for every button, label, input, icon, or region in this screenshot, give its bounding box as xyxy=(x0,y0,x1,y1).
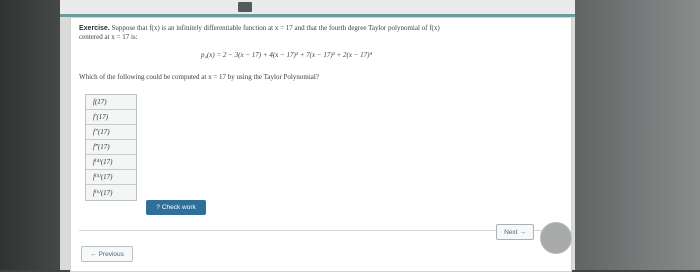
answer-options-list: f(17) f′(17) f″(17) f‴(17) f⁽⁴⁾(17) f⁽⁵⁾… xyxy=(85,94,137,201)
exercise-panel: Exercise. Suppose that f(x) is an infini… xyxy=(70,17,572,272)
option-f-double-prime[interactable]: f″(17) xyxy=(86,125,136,140)
previous-button[interactable]: ← Previous xyxy=(81,246,133,262)
exercise-text-line1: Suppose that f(x) is an infinitely diffe… xyxy=(111,24,440,32)
desk-background-left xyxy=(0,0,62,270)
option-f-prime[interactable]: f′(17) xyxy=(86,110,136,125)
divider xyxy=(79,230,563,231)
circle-icon xyxy=(540,222,572,254)
monitor-screen: Exercise. Suppose that f(x) is an infini… xyxy=(60,0,575,272)
question-icon: ? xyxy=(156,204,160,211)
previous-label: Previous xyxy=(98,250,124,258)
arrow-right-icon: → xyxy=(519,228,526,236)
check-work-label: Check work xyxy=(161,204,196,211)
exercise-text-line2: centered at x = 17 is: xyxy=(79,33,138,41)
option-f-fifth[interactable]: f⁽⁵⁾(17) xyxy=(86,170,136,185)
exercise-label: Exercise. xyxy=(79,25,110,32)
exercise-header: Exercise. Suppose that f(x) is an infini… xyxy=(79,24,559,42)
toolbar-icon[interactable] xyxy=(238,2,252,12)
check-work-button[interactable]: ? Check work xyxy=(146,200,206,215)
desk-background-right xyxy=(570,0,700,270)
option-f-fourth[interactable]: f⁽⁴⁾(17) xyxy=(86,155,136,170)
option-f-triple-prime[interactable]: f‴(17) xyxy=(86,140,136,155)
option-f-sixth[interactable]: f⁽⁶⁾(17) xyxy=(86,185,136,200)
option-f[interactable]: f(17) xyxy=(86,95,136,110)
browser-top-bar xyxy=(60,0,575,14)
next-button[interactable]: Next → xyxy=(496,224,534,240)
question-prompt: Which of the following could be computed… xyxy=(79,73,319,81)
arrow-left-icon: ← xyxy=(90,250,97,258)
taylor-polynomial-formula: p₄(x) = 2 − 3(x − 17) + 4(x − 17)² + 7(x… xyxy=(201,51,372,59)
next-label: Next xyxy=(504,228,518,236)
